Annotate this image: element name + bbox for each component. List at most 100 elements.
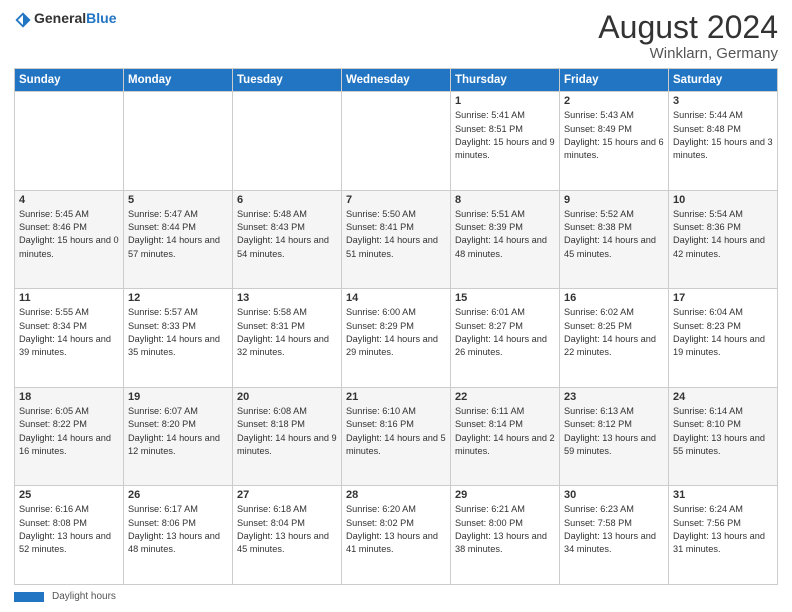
- day-info: Sunrise: 6:21 AMSunset: 8:00 PMDaylight:…: [455, 504, 547, 554]
- day-info: Sunrise: 5:45 AMSunset: 8:46 PMDaylight:…: [19, 209, 119, 259]
- day-number: 25: [19, 489, 119, 501]
- day-number: 1: [455, 95, 555, 107]
- calendar-cell: [342, 92, 451, 191]
- day-number: 5: [128, 194, 228, 206]
- calendar-cell: [15, 92, 124, 191]
- page: GeneralBlue August 2024 Winklarn, German…: [0, 0, 792, 612]
- calendar-cell: 27 Sunrise: 6:18 AMSunset: 8:04 PMDayligh…: [233, 486, 342, 585]
- calendar-cell: 23 Sunrise: 6:13 AMSunset: 8:12 PMDayligh…: [560, 387, 669, 486]
- day-number: 10: [673, 194, 773, 206]
- calendar-cell: 28Sunrise: 6:20 AMSunset: 8:02 PMDayligh…: [342, 486, 451, 585]
- calendar-cell: 6 Sunrise: 5:48 AMSunset: 8:43 PMDaylight…: [233, 190, 342, 289]
- calendar-cell: 12Sunrise: 5:57 AMSunset: 8:33 PMDayligh…: [124, 289, 233, 388]
- calendar-cell: 30Sunrise: 6:23 AMSunset: 7:58 PMDayligh…: [560, 486, 669, 585]
- weekday-header-sunday: Sunday: [15, 69, 124, 92]
- day-number: 17: [673, 292, 773, 304]
- day-number: 12: [128, 292, 228, 304]
- day-number: 24: [673, 391, 773, 403]
- calendar-cell: 7Sunrise: 5:50 AMSunset: 8:41 PMDaylight…: [342, 190, 451, 289]
- day-number: 7: [346, 194, 446, 206]
- day-info: Sunrise: 5:43 AMSunset: 8:49 PMDaylight:…: [564, 110, 664, 160]
- day-info: Sunrise: 5:54 AMSunset: 8:36 PMDaylight:…: [673, 209, 765, 259]
- day-info: Sunrise: 6:17 AMSunset: 8:06 PMDaylight:…: [128, 504, 220, 554]
- day-number: 23: [564, 391, 664, 403]
- calendar-cell: 29Sunrise: 6:21 AMSunset: 8:00 PMDayligh…: [451, 486, 560, 585]
- day-info: Sunrise: 5:41 AMSunset: 8:51 PMDaylight:…: [455, 110, 555, 160]
- calendar-table: SundayMondayTuesdayWednesdayThursdayFrid…: [14, 68, 778, 585]
- calendar-cell: [233, 92, 342, 191]
- daylight-swatch: [14, 592, 44, 602]
- day-number: 18: [19, 391, 119, 403]
- day-info: Sunrise: 5:48 AMSunset: 8:43 PMDaylight:…: [237, 209, 329, 259]
- day-info: Sunrise: 6:18 AMSunset: 8:04 PMDaylight:…: [237, 504, 329, 554]
- calendar-cell: 22 Sunrise: 6:11 AMSunset: 8:14 PMDayligh…: [451, 387, 560, 486]
- day-info: Sunrise: 5:44 AMSunset: 8:48 PMDaylight:…: [673, 110, 773, 160]
- day-number: 11: [19, 292, 119, 304]
- week-row-5: 25 Sunrise: 6:16 AMSunset: 8:08 PMDayligh…: [15, 486, 778, 585]
- calendar-cell: [124, 92, 233, 191]
- calendar-cell: 9Sunrise: 5:52 AMSunset: 8:38 PMDaylight…: [560, 190, 669, 289]
- day-info: Sunrise: 6:13 AMSunset: 8:12 PMDaylight:…: [564, 406, 656, 456]
- day-number: 22: [455, 391, 555, 403]
- calendar-cell: 24Sunrise: 6:14 AMSunset: 8:10 PMDayligh…: [669, 387, 778, 486]
- weekday-header-row: SundayMondayTuesdayWednesdayThursdayFrid…: [15, 69, 778, 92]
- day-info: Sunrise: 6:10 AMSunset: 8:16 PMDaylight:…: [346, 406, 446, 456]
- footer: Daylight hours: [14, 591, 778, 602]
- day-info: Sunrise: 6:02 AMSunset: 8:25 PMDaylight:…: [564, 307, 656, 357]
- day-number: 3: [673, 95, 773, 107]
- day-info: Sunrise: 5:47 AMSunset: 8:44 PMDaylight:…: [128, 209, 220, 259]
- day-info: Sunrise: 5:52 AMSunset: 8:38 PMDaylight:…: [564, 209, 656, 259]
- day-number: 6: [237, 194, 337, 206]
- calendar-cell: 4Sunrise: 5:45 AMSunset: 8:46 PMDaylight…: [15, 190, 124, 289]
- day-number: 13: [237, 292, 337, 304]
- day-number: 8: [455, 194, 555, 206]
- calendar-cell: 5 Sunrise: 5:47 AMSunset: 8:44 PMDaylight…: [124, 190, 233, 289]
- title-block: August 2024 Winklarn, Germany: [598, 10, 778, 62]
- logo-general: General: [34, 10, 86, 26]
- weekday-header-thursday: Thursday: [451, 69, 560, 92]
- calendar-cell: 3 Sunrise: 5:44 AMSunset: 8:48 PMDaylight…: [669, 92, 778, 191]
- day-info: Sunrise: 6:23 AMSunset: 7:58 PMDaylight:…: [564, 504, 656, 554]
- day-number: 14: [346, 292, 446, 304]
- day-info: Sunrise: 5:58 AMSunset: 8:31 PMDaylight:…: [237, 307, 329, 357]
- day-info: Sunrise: 5:51 AMSunset: 8:39 PMDaylight:…: [455, 209, 547, 259]
- logo-blue: Blue: [86, 10, 116, 26]
- calendar-cell: 31 Sunrise: 6:24 AMSunset: 7:56 PMDayligh…: [669, 486, 778, 585]
- week-row-4: 18 Sunrise: 6:05 AMSunset: 8:22 PMDayligh…: [15, 387, 778, 486]
- day-info: Sunrise: 6:08 AMSunset: 8:18 PMDaylight:…: [237, 406, 337, 456]
- day-info: Sunrise: 6:00 AMSunset: 8:29 PMDaylight:…: [346, 307, 438, 357]
- day-info: Sunrise: 6:07 AMSunset: 8:20 PMDaylight:…: [128, 406, 220, 456]
- day-number: 16: [564, 292, 664, 304]
- day-number: 2: [564, 95, 664, 107]
- day-info: Sunrise: 6:11 AMSunset: 8:14 PMDaylight:…: [455, 406, 555, 456]
- calendar-cell: 1 Sunrise: 5:41 AMSunset: 8:51 PMDaylight…: [451, 92, 560, 191]
- day-info: Sunrise: 6:01 AMSunset: 8:27 PMDaylight:…: [455, 307, 547, 357]
- week-row-2: 4Sunrise: 5:45 AMSunset: 8:46 PMDaylight…: [15, 190, 778, 289]
- day-info: Sunrise: 5:55 AMSunset: 8:34 PMDaylight:…: [19, 307, 111, 357]
- day-number: 19: [128, 391, 228, 403]
- calendar-cell: 20Sunrise: 6:08 AMSunset: 8:18 PMDayligh…: [233, 387, 342, 486]
- day-info: Sunrise: 6:16 AMSunset: 8:08 PMDaylight:…: [19, 504, 111, 554]
- calendar-subtitle: Winklarn, Germany: [598, 45, 778, 62]
- weekday-header-saturday: Saturday: [669, 69, 778, 92]
- calendar-cell: 21 Sunrise: 6:10 AMSunset: 8:16 PMDayligh…: [342, 387, 451, 486]
- calendar-cell: 15Sunrise: 6:01 AMSunset: 8:27 PMDayligh…: [451, 289, 560, 388]
- calendar-cell: 26Sunrise: 6:17 AMSunset: 8:06 PMDayligh…: [124, 486, 233, 585]
- calendar-cell: 10 Sunrise: 5:54 AMSunset: 8:36 PMDayligh…: [669, 190, 778, 289]
- weekday-header-tuesday: Tuesday: [233, 69, 342, 92]
- weekday-header-wednesday: Wednesday: [342, 69, 451, 92]
- weekday-header-friday: Friday: [560, 69, 669, 92]
- calendar-cell: 25 Sunrise: 6:16 AMSunset: 8:08 PMDayligh…: [15, 486, 124, 585]
- day-number: 27: [237, 489, 337, 501]
- weekday-header-monday: Monday: [124, 69, 233, 92]
- day-number: 31: [673, 489, 773, 501]
- day-info: Sunrise: 6:24 AMSunset: 7:56 PMDaylight:…: [673, 504, 765, 554]
- calendar-cell: 11 Sunrise: 5:55 AMSunset: 8:34 PMDayligh…: [15, 289, 124, 388]
- header: GeneralBlue August 2024 Winklarn, German…: [14, 10, 778, 62]
- calendar-title: August 2024: [598, 10, 778, 45]
- calendar-cell: 18 Sunrise: 6:05 AMSunset: 8:22 PMDayligh…: [15, 387, 124, 486]
- logo: GeneralBlue: [14, 10, 116, 29]
- calendar-cell: 17Sunrise: 6:04 AMSunset: 8:23 PMDayligh…: [669, 289, 778, 388]
- day-info: Sunrise: 6:05 AMSunset: 8:22 PMDaylight:…: [19, 406, 111, 456]
- day-number: 21: [346, 391, 446, 403]
